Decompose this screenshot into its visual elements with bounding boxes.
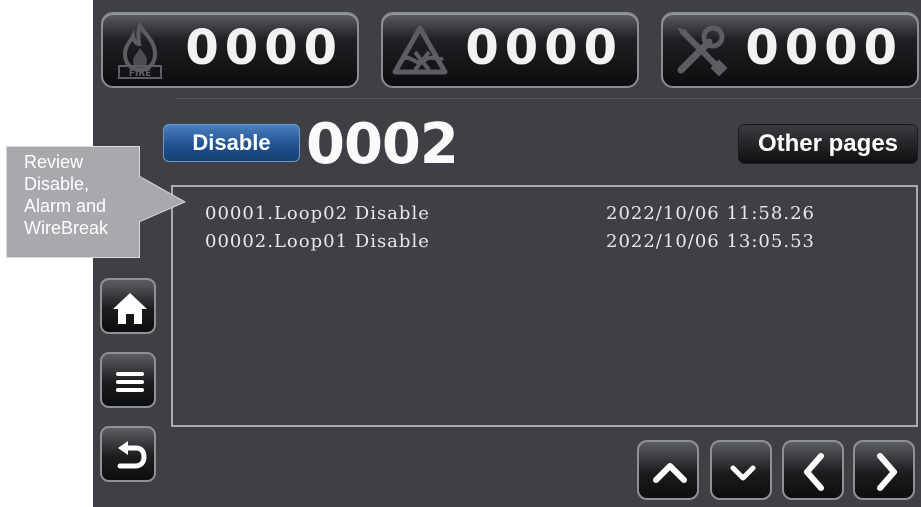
home-button[interactable]	[100, 278, 156, 334]
list-item[interactable]: 00002.Loop01 Disable 2022/10/06 13:05.53	[205, 231, 814, 259]
chevron-right-icon	[877, 453, 897, 491]
home-icon	[113, 293, 147, 324]
record-entry: 00001.Loop02 Disable	[205, 203, 430, 224]
fault-count: 0000	[745, 20, 903, 76]
chevron-up-icon	[653, 463, 687, 483]
alarm-counter[interactable]: 0000	[381, 12, 639, 88]
back-button[interactable]	[100, 426, 156, 482]
menu-icon	[116, 372, 144, 392]
fire-icon-label: FIRE	[129, 69, 152, 79]
scroll-down-button[interactable]	[710, 440, 772, 500]
header-divider	[175, 98, 921, 99]
callout-pointer	[139, 176, 187, 223]
records-list: 00001.Loop02 Disable 2022/10/06 11:58.26…	[171, 185, 918, 427]
review-callout: Review Disable, Alarm and WireBreak	[6, 146, 140, 258]
chevron-left-icon	[804, 453, 824, 491]
fire-counter[interactable]: FIRE 0000	[101, 12, 359, 88]
menu-button[interactable]	[100, 352, 156, 408]
other-pages-button[interactable]: Other pages	[738, 124, 918, 164]
alarm-count: 0000	[465, 20, 623, 76]
record-count: 0002	[306, 112, 459, 177]
previous-page-button[interactable]	[782, 440, 844, 500]
wrench-screwdriver-icon	[677, 25, 728, 77]
list-item[interactable]: 00001.Loop02 Disable 2022/10/06 11:58.26	[205, 203, 814, 231]
record-timestamp: 2022/10/06 13:05.53	[606, 231, 815, 252]
callout-line: Alarm and	[24, 196, 107, 216]
back-icon	[117, 441, 147, 469]
fire-icon: FIRE	[118, 22, 162, 79]
callout-line: Disable,	[24, 174, 90, 194]
chevron-down-icon	[730, 465, 756, 481]
fire-count: 0000	[185, 20, 343, 76]
record-timestamp: 2022/10/06 11:58.26	[606, 203, 815, 224]
record-entry: 00002.Loop01 Disable	[205, 231, 430, 252]
scroll-up-button[interactable]	[637, 440, 699, 500]
next-page-button[interactable]	[853, 440, 915, 500]
callout-line: WireBreak	[24, 218, 109, 238]
fault-counter[interactable]: 0000	[661, 12, 919, 88]
warning-triangle-icon	[392, 25, 448, 75]
callout-line: Review	[24, 152, 84, 172]
disable-category-button[interactable]: Disable	[163, 124, 300, 162]
